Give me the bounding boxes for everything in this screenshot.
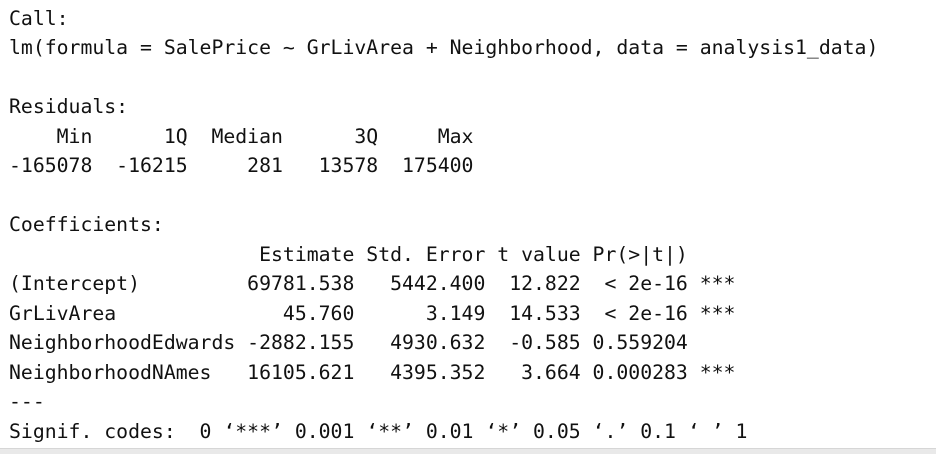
residuals-header: Residuals: [9,95,129,118]
residuals-values: -165078 -16215 281 13578 175400 [9,154,486,177]
call-header: Call: [9,7,69,30]
r-console-output: Call: lm(formula = SalePrice ~ GrLivArea… [0,0,936,448]
horizontal-scrollbar[interactable] [0,448,936,454]
coef-row-grlivarea: GrLivArea 45.760 3.149 14.533 < 2e-16 **… [9,302,736,325]
residuals-col-labels: Min 1Q Median 3Q Max [9,125,486,148]
separator-line: --- [9,390,45,413]
signif-codes: Signif. codes: 0 ‘***’ 0.001 ‘**’ 0.01 ‘… [9,420,748,443]
coef-row-names: NeighborhoodNAmes 16105.621 4395.352 3.6… [9,361,736,384]
coef-row-edwards: NeighborhoodEdwards -2882.155 4930.632 -… [9,331,736,354]
coef-row-intercept: (Intercept) 69781.538 5442.400 12.822 < … [9,272,736,295]
coef-col-labels: Estimate Std. Error t value Pr(>|t|) [9,243,736,266]
coefficients-header: Coefficients: [9,213,164,236]
call-formula: lm(formula = SalePrice ~ GrLivArea + Nei… [9,36,879,59]
